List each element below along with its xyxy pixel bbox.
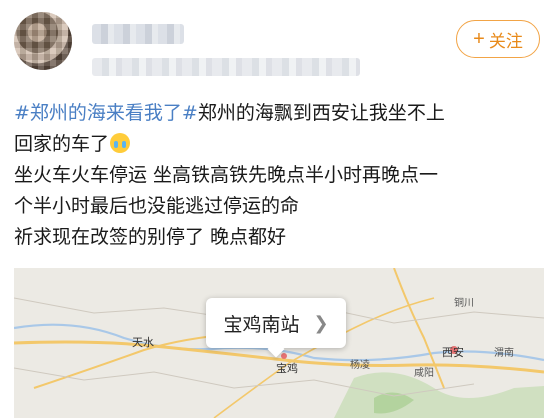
post-text-segment: 回家的车了 [14,133,110,155]
map-label-baoji: 宝鸡 [276,362,298,375]
post-body: #郑州的海来看我了#郑州的海飘到西安让我坐不上 回家的车了 坐火车火车停运 坐高… [14,98,544,253]
avatar-mosaic [14,12,72,70]
post-line-4: 个半小时最后也没能逃过停运的命 [14,195,300,217]
post-line-2: 回家的车了 [14,129,544,160]
blurred-post-meta [92,58,360,76]
crying-face-icon [110,133,131,153]
post-line-3: 坐火车火车停运 坐高铁高铁先晚点半小时再晚点一 [14,164,439,186]
follow-button[interactable]: + 关注 [456,20,540,58]
follow-label: 关注 [488,31,523,51]
blurred-username[interactable] [92,24,184,44]
map-label-tongchuan: 铜川 [454,298,474,309]
map-label-tianshui: 天水 [132,336,154,349]
post-line-5: 祈求现在改签的别停了 晚点都好 [14,226,287,248]
hashtag-link[interactable]: #郑州的海来看我了# [14,102,198,124]
map-label-xianyang: 咸阳 [414,368,434,379]
location-callout[interactable]: 宝鸡南站 ❯ [206,298,346,348]
post-line-1: #郑州的海来看我了#郑州的海飘到西安让我坐不上 [14,98,544,129]
plus-icon: + [473,28,485,50]
map-label-yangling: 杨凌 [350,360,370,371]
user-avatar[interactable] [14,12,72,70]
post-header: + 关注 [0,0,550,90]
map-label-xian: 西安 [442,346,464,359]
location-name: 宝鸡南站 [223,313,300,336]
chevron-right-icon: ❯ [313,312,329,334]
post-text-segment: 郑州的海飘到西安让我坐不上 [197,102,445,124]
map-label-weinan: 渭南 [494,348,514,359]
